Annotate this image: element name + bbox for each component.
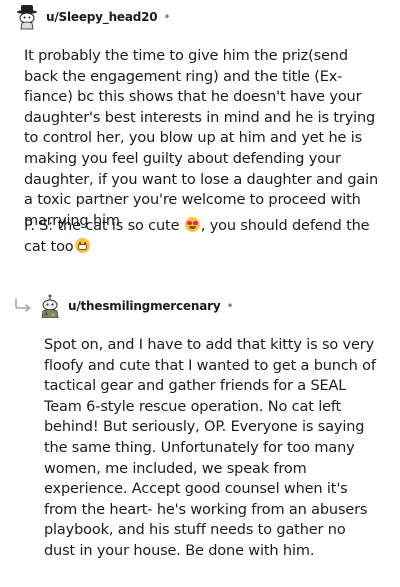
postscript-text: P. S: the cat is so cute	[24, 218, 184, 234]
grinning-emoji-icon	[74, 237, 90, 253]
comment-header: u/Sleepy_head20 •	[16, 4, 171, 30]
comment-body: It probably the time to give him the pri…	[24, 48, 379, 229]
comment-header: u/thesmilingmercenary •	[38, 294, 234, 318]
snoo-avatar-icon	[41, 294, 59, 318]
meta-separator: •	[163, 10, 171, 24]
heart-eyes-emoji-icon	[184, 217, 200, 232]
reply-thread-icon	[15, 298, 31, 312]
comment-body: Spot on, and I have to add that kitty is…	[44, 337, 376, 559]
meta-separator: •	[226, 299, 234, 313]
comment-thread: u/Sleepy_head20 • It probably the time t…	[0, 0, 400, 587]
comment-postscript: P. S: the cat is so cute , you should de…	[24, 216, 386, 257]
snoo-avatar-icon	[17, 5, 37, 30]
avatar[interactable]	[16, 4, 38, 30]
avatar[interactable]	[38, 294, 62, 318]
comment-username[interactable]: u/thesmilingmercenary	[68, 299, 221, 313]
comment-username[interactable]: u/Sleepy_head20	[46, 10, 158, 24]
